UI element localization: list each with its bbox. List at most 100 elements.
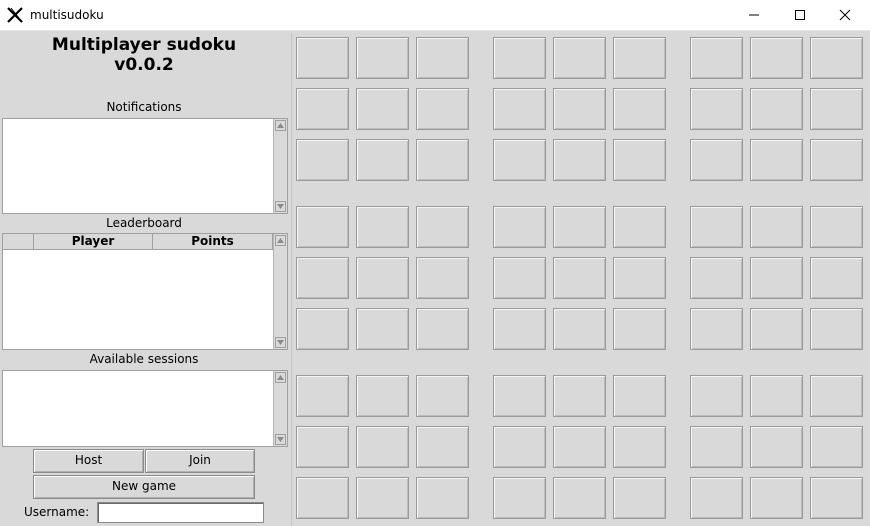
sudoku-cell[interactable] bbox=[296, 257, 349, 299]
sudoku-cell[interactable] bbox=[690, 375, 743, 417]
sudoku-cell[interactable] bbox=[493, 426, 546, 468]
leaderboard-col-points[interactable]: Points bbox=[153, 234, 273, 249]
sudoku-cell[interactable] bbox=[613, 37, 666, 79]
sessions-list[interactable] bbox=[2, 370, 288, 447]
host-button[interactable]: Host bbox=[33, 449, 144, 473]
sudoku-cell[interactable] bbox=[750, 426, 803, 468]
scroll-down-arrow-icon[interactable] bbox=[275, 337, 286, 348]
sudoku-cell[interactable] bbox=[493, 206, 546, 248]
sudoku-cell[interactable] bbox=[553, 257, 606, 299]
sudoku-cell[interactable] bbox=[810, 426, 863, 468]
sudoku-cell[interactable] bbox=[690, 257, 743, 299]
sudoku-cell[interactable] bbox=[356, 257, 409, 299]
sudoku-cell[interactable] bbox=[416, 37, 469, 79]
sudoku-cell[interactable] bbox=[613, 477, 666, 519]
sudoku-cell[interactable] bbox=[810, 37, 863, 79]
scroll-down-arrow-icon[interactable] bbox=[275, 201, 286, 212]
sudoku-cell[interactable] bbox=[296, 477, 349, 519]
sudoku-cell[interactable] bbox=[416, 88, 469, 130]
sudoku-cell[interactable] bbox=[416, 308, 469, 350]
sudoku-cell[interactable] bbox=[690, 88, 743, 130]
sudoku-cell[interactable] bbox=[750, 206, 803, 248]
sudoku-cell[interactable] bbox=[356, 206, 409, 248]
sudoku-cell[interactable] bbox=[296, 88, 349, 130]
sudoku-cell[interactable] bbox=[690, 426, 743, 468]
sudoku-cell[interactable] bbox=[493, 308, 546, 350]
sudoku-cell[interactable] bbox=[493, 37, 546, 79]
sudoku-cell[interactable] bbox=[493, 88, 546, 130]
notifications-scrollbar[interactable] bbox=[273, 119, 287, 213]
notifications-list[interactable] bbox=[2, 118, 288, 214]
minimize-button[interactable] bbox=[731, 0, 777, 30]
scroll-up-arrow-icon[interactable] bbox=[275, 120, 286, 131]
sudoku-cell[interactable] bbox=[750, 308, 803, 350]
sudoku-cell[interactable] bbox=[416, 206, 469, 248]
leaderboard-col-player[interactable]: Player bbox=[34, 234, 153, 249]
maximize-button[interactable] bbox=[777, 0, 823, 30]
sudoku-cell[interactable] bbox=[553, 37, 606, 79]
sudoku-cell[interactable] bbox=[296, 206, 349, 248]
sudoku-cell[interactable] bbox=[810, 206, 863, 248]
sudoku-cell[interactable] bbox=[493, 257, 546, 299]
leaderboard-col-blank[interactable] bbox=[3, 234, 34, 249]
sudoku-cell[interactable] bbox=[493, 375, 546, 417]
scroll-up-arrow-icon[interactable] bbox=[275, 372, 286, 383]
sudoku-cell[interactable] bbox=[810, 139, 863, 181]
sudoku-cell[interactable] bbox=[810, 375, 863, 417]
sudoku-cell[interactable] bbox=[613, 257, 666, 299]
sudoku-cell[interactable] bbox=[356, 426, 409, 468]
sudoku-cell[interactable] bbox=[416, 375, 469, 417]
sudoku-cell[interactable] bbox=[690, 477, 743, 519]
sudoku-cell[interactable] bbox=[553, 375, 606, 417]
sudoku-cell[interactable] bbox=[810, 308, 863, 350]
sudoku-cell[interactable] bbox=[416, 257, 469, 299]
sudoku-cell[interactable] bbox=[553, 426, 606, 468]
sudoku-cell[interactable] bbox=[613, 375, 666, 417]
sudoku-cell[interactable] bbox=[690, 37, 743, 79]
sudoku-cell[interactable] bbox=[810, 257, 863, 299]
sudoku-cell[interactable] bbox=[690, 139, 743, 181]
sessions-scrollbar[interactable] bbox=[273, 371, 287, 446]
sudoku-cell[interactable] bbox=[356, 308, 409, 350]
sudoku-cell[interactable] bbox=[810, 88, 863, 130]
leaderboard-table[interactable]: Player Points bbox=[2, 233, 288, 350]
sudoku-cell[interactable] bbox=[296, 375, 349, 417]
sudoku-cell[interactable] bbox=[553, 139, 606, 181]
sudoku-cell[interactable] bbox=[613, 426, 666, 468]
sudoku-cell[interactable] bbox=[356, 37, 409, 79]
sudoku-cell[interactable] bbox=[296, 37, 349, 79]
sudoku-cell[interactable] bbox=[296, 308, 349, 350]
leaderboard-scrollbar[interactable] bbox=[273, 234, 287, 349]
sudoku-cell[interactable] bbox=[750, 37, 803, 79]
sudoku-cell[interactable] bbox=[613, 139, 666, 181]
scroll-down-arrow-icon[interactable] bbox=[275, 434, 286, 445]
sudoku-cell[interactable] bbox=[296, 139, 349, 181]
sudoku-cell[interactable] bbox=[296, 426, 349, 468]
sudoku-cell[interactable] bbox=[416, 477, 469, 519]
sudoku-cell[interactable] bbox=[416, 426, 469, 468]
new-game-button[interactable]: New game bbox=[33, 475, 255, 499]
sudoku-cell[interactable] bbox=[553, 88, 606, 130]
sudoku-cell[interactable] bbox=[750, 139, 803, 181]
sudoku-cell[interactable] bbox=[493, 477, 546, 519]
sudoku-cell[interactable] bbox=[493, 139, 546, 181]
sudoku-cell[interactable] bbox=[356, 477, 409, 519]
sudoku-cell[interactable] bbox=[750, 477, 803, 519]
sudoku-cell[interactable] bbox=[553, 308, 606, 350]
sudoku-cell[interactable] bbox=[356, 375, 409, 417]
sudoku-cell[interactable] bbox=[613, 206, 666, 248]
sudoku-cell[interactable] bbox=[810, 477, 863, 519]
sudoku-cell[interactable] bbox=[613, 308, 666, 350]
scroll-up-arrow-icon[interactable] bbox=[275, 235, 286, 246]
username-input[interactable] bbox=[97, 502, 264, 523]
sudoku-cell[interactable] bbox=[613, 88, 666, 130]
sudoku-cell[interactable] bbox=[356, 88, 409, 130]
sudoku-cell[interactable] bbox=[750, 88, 803, 130]
sudoku-cell[interactable] bbox=[750, 375, 803, 417]
close-button[interactable] bbox=[822, 0, 868, 30]
sudoku-cell[interactable] bbox=[356, 139, 409, 181]
sudoku-cell[interactable] bbox=[553, 477, 606, 519]
sudoku-cell[interactable] bbox=[416, 139, 469, 181]
sudoku-cell[interactable] bbox=[553, 206, 606, 248]
sudoku-cell[interactable] bbox=[690, 308, 743, 350]
